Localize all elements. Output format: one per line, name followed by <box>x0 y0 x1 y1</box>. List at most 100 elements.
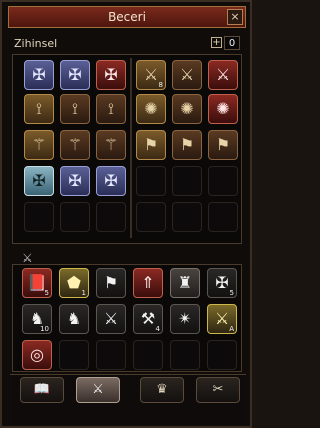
book-icon: 📖 <box>33 382 51 397</box>
skill-level: 5 <box>44 289 49 297</box>
skill-icon: ⚔ <box>143 65 159 84</box>
skill-icon: ✠ <box>32 171 46 190</box>
skill-icon: ✺ <box>216 99 230 118</box>
tab-sword[interactable]: ⚔ <box>76 377 120 403</box>
skill-icon: ✠ <box>104 171 118 190</box>
skill-slot[interactable]: ⚔ <box>208 60 238 90</box>
skill-slot[interactable]: ⚚ <box>60 130 90 160</box>
skill-slot[interactable]: ✺ <box>136 94 166 124</box>
skill-icon: ⚑ <box>179 135 195 154</box>
weapon-skill-slot-empty[interactable] <box>59 340 89 370</box>
skill-slot[interactable]: ⟟ <box>60 94 90 124</box>
skill-icon: ⚑ <box>143 135 159 154</box>
window-titlebar[interactable]: Beceri × <box>8 6 246 28</box>
skill-slot[interactable]: ⚚ <box>96 130 126 160</box>
flag-icon: ⚑ <box>103 273 119 292</box>
skill-slot[interactable]: ✠ <box>24 60 54 90</box>
skill-icon: ✠ <box>32 65 46 84</box>
skill-icon: ⟟ <box>72 99 78 118</box>
skill-icon: ⚑ <box>215 135 231 154</box>
skill-icon: ✠ <box>68 171 82 190</box>
skill-slot-empty[interactable] <box>172 166 202 196</box>
star-rune-icon: ⬟ <box>67 273 81 292</box>
skill-icon: ⚚ <box>103 135 119 154</box>
weapon-skill-slot[interactable]: ⚔ A <box>207 304 237 334</box>
tab-knife[interactable]: ✂ <box>196 377 240 403</box>
skill-points-value: 0 <box>228 38 236 49</box>
skill-level: 1 <box>81 289 86 297</box>
sword-icon: ⚔ <box>92 382 104 397</box>
weapon-skill-slot[interactable]: 📕 5 <box>22 268 52 298</box>
skill-slot-empty[interactable] <box>172 202 202 232</box>
weapon-skill-slot[interactable]: ♜ <box>170 268 200 298</box>
plus-icon: + <box>212 37 221 48</box>
weapon-skill-slot[interactable]: ⚒ 4 <box>133 304 163 334</box>
category-bar: Zihinsel + 0 <box>14 36 242 52</box>
skill-slot[interactable]: ⚔ 8 <box>136 60 166 90</box>
skill-slot-empty[interactable] <box>136 166 166 196</box>
skill-icon: ✺ <box>180 99 194 118</box>
sword-icon: ⚔ <box>103 309 119 328</box>
skill-level: 4 <box>155 325 160 333</box>
weapon-skill-slot[interactable]: ⇑ <box>133 268 163 298</box>
skill-icon: ⚔ <box>179 65 195 84</box>
axe-icon: ⚒ <box>140 309 156 328</box>
skill-slot[interactable]: ⚑ <box>136 130 166 160</box>
skill-slot[interactable]: ✠ <box>60 60 90 90</box>
add-point-button[interactable]: + <box>211 37 222 48</box>
skill-slot[interactable]: ✺ <box>172 94 202 124</box>
tab-crown[interactable]: ♛ <box>140 377 184 403</box>
skill-slot-empty[interactable] <box>136 202 166 232</box>
weapon-skill-slot[interactable]: ✴ <box>170 304 200 334</box>
skill-slot[interactable]: ✠ <box>96 166 126 196</box>
skill-level: 10 <box>40 325 49 333</box>
skill-icon: ✠ <box>104 65 118 84</box>
close-button[interactable]: × <box>227 9 243 25</box>
weapon-skill-slot[interactable]: ⬟ 1 <box>59 268 89 298</box>
tab-book[interactable]: 📖 <box>20 377 64 403</box>
skill-icon: ⟟ <box>108 99 114 118</box>
skill-slot[interactable]: ⟟ <box>96 94 126 124</box>
weapon-skill-slot[interactable]: ♞ 10 <box>22 304 52 334</box>
weapon-skill-slot-empty[interactable] <box>96 340 126 370</box>
skill-slot[interactable]: ✠ <box>60 166 90 196</box>
skill-slot-empty[interactable] <box>208 166 238 196</box>
weapon-skill-slot-empty[interactable] <box>170 340 200 370</box>
weapon-skill-slot[interactable]: ⚔ <box>96 304 126 334</box>
weapon-skill-slot[interactable]: ✠ 5 <box>207 268 237 298</box>
skill-level: A <box>229 325 234 333</box>
skill-slot-empty[interactable] <box>60 202 90 232</box>
window-title: Beceri <box>108 10 146 24</box>
skill-slot-empty[interactable] <box>24 202 54 232</box>
skill-icon: ⚔ <box>215 65 231 84</box>
weapon-skill-slot[interactable]: ◎ <box>22 340 52 370</box>
skill-slot[interactable]: ✠ <box>96 60 126 90</box>
weapon-skill-slot-empty[interactable] <box>133 340 163 370</box>
weapon-skill-slot[interactable]: ♞ <box>59 304 89 334</box>
weapon-skill-slot-empty[interactable] <box>207 340 237 370</box>
skill-slot[interactable]: ✠ <box>24 166 54 196</box>
skill-slot[interactable]: ⚑ <box>172 130 202 160</box>
skill-slot[interactable]: ⚑ <box>208 130 238 160</box>
skill-slot-empty[interactable] <box>96 202 126 232</box>
skill-icon: ⚚ <box>67 135 83 154</box>
skill-icon: ✠ <box>68 65 82 84</box>
weapon-skills-header: ⚔ <box>22 252 232 264</box>
crown-icon: ♛ <box>156 382 168 397</box>
skill-points-box: 0 <box>224 36 240 50</box>
skill-slot[interactable]: ⚚ <box>24 130 54 160</box>
skill-slot[interactable]: ⟟ <box>24 94 54 124</box>
close-icon: × <box>230 10 240 23</box>
skill-slot[interactable]: ⚔ <box>172 60 202 90</box>
skill-icon: ✺ <box>144 99 158 118</box>
statue-icon: ♜ <box>177 273 193 292</box>
skill-slot[interactable]: ✺ <box>208 94 238 124</box>
sword-icon: ⚔ <box>22 251 33 265</box>
knife-icon: ✂ <box>212 382 224 397</box>
target-icon: ◎ <box>30 345 44 364</box>
skill-slot-empty[interactable] <box>208 202 238 232</box>
panel-divider <box>130 58 132 238</box>
weapon-skill-slot[interactable]: ⚑ <box>96 268 126 298</box>
skill-tabs: 📖 ⚔ ♛ ✂ <box>10 374 246 424</box>
claw-icon: ✴ <box>178 309 192 328</box>
